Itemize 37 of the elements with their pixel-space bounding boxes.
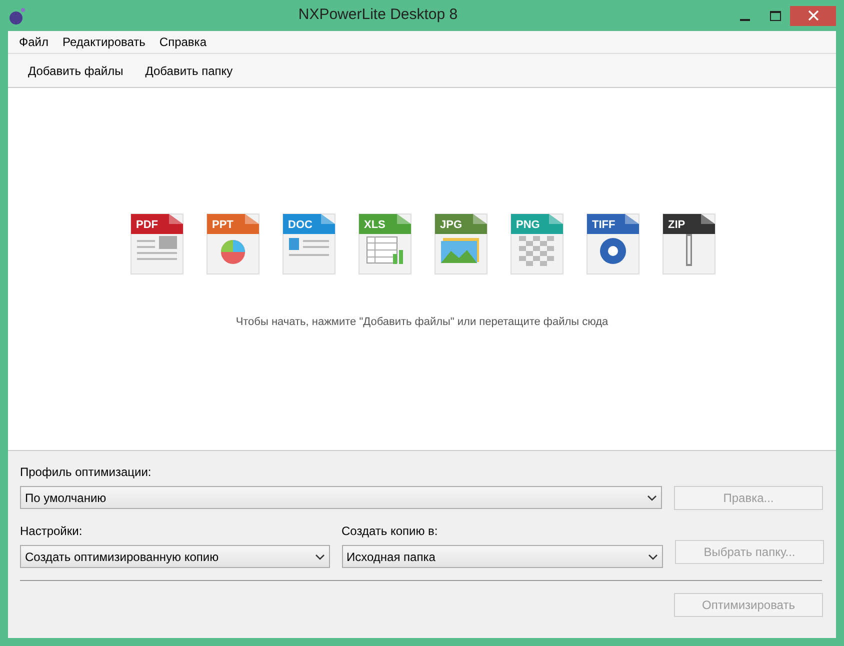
drop-hint: Чтобы начать, нажмите "Добавить файлы" или перетащите файлы сюда [236,315,608,330]
chevron-icon [314,554,325,560]
profile-dropdown[interactable]: По умолчанию [20,486,662,509]
window-title: NXPowerLite Desktop 8 [297,5,459,26]
minimize-icon [740,18,750,20]
toolbar-button[interactable]: Добавить папку [137,62,241,80]
maximize-icon [770,10,780,20]
chevron-icon [647,494,657,500]
file-type-label: ZIP [668,219,686,231]
field-label: Профиль оптимизации: [20,464,152,481]
file-type-label: JPG [440,219,462,231]
field-label: Настройки: [20,523,84,540]
file-icon [282,214,336,274]
close-button[interactable] [790,6,836,26]
file-icon [662,214,716,274]
file-icon [434,214,488,274]
toolbar-button[interactable]: Добавить файлы [20,62,132,80]
settings-dropdown[interactable]: Создать оптимизированную копию [20,545,330,568]
file-icon [130,214,184,274]
file-type-label: PNG [516,219,540,231]
file-icon [510,214,564,274]
destination-dropdown[interactable]: Исходная папка [342,545,663,568]
menu-item[interactable]: Файл [12,33,56,51]
file-type-label: PDF [136,219,158,231]
file-type-label: XLS [364,219,386,231]
app-icon [8,6,26,24]
field-label: Создать копию в: [342,523,439,540]
file-type-label: DOC [288,219,312,231]
file-type-label: TIFF [592,219,616,231]
file-icon [358,214,412,274]
file-icon [206,214,260,274]
chevron-icon [648,554,658,560]
close-icon [808,10,818,21]
menu-item[interactable]: Справка [152,33,214,51]
file-icon [586,214,640,274]
menu-item[interactable]: Редактировать [56,33,152,51]
file-type-label: PPT [212,219,234,231]
